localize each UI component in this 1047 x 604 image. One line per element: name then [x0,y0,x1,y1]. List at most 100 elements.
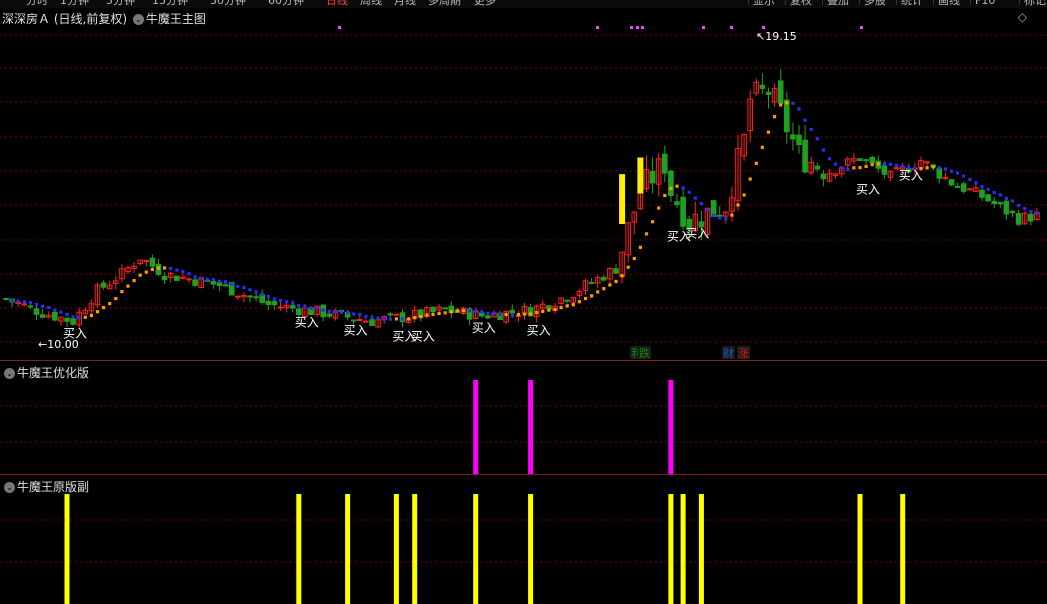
candle-body [680,196,686,227]
candle [716,206,723,218]
ma-dot [840,166,844,170]
ma-dot [480,310,484,314]
candle [759,73,766,94]
candle [918,156,924,169]
ma-dot [211,278,215,282]
ma-dot [803,118,807,122]
candle-body [960,183,967,192]
candle-body [174,275,180,281]
ma-dot [376,316,380,320]
candle-body [64,317,70,322]
ma-dot [156,266,161,270]
ma-dot [382,317,386,321]
ma-dot [608,283,612,287]
candle-body [985,194,991,202]
candle [765,87,772,109]
candle-body [857,158,863,162]
ma-dot [577,300,581,304]
ma-dot [358,313,362,317]
ma-dot [852,166,856,170]
event-tag: 涨 [738,347,749,360]
ma-dot [193,275,197,279]
candle-body [27,305,34,308]
ma-dot [224,280,228,284]
candle [1003,197,1010,220]
original-signal-bar [296,494,302,604]
optimized-signal-bar [668,380,674,474]
ma-dot [77,316,81,320]
candle-body [357,319,363,322]
candle [680,187,686,231]
candle-body [143,259,150,262]
candle [832,173,839,179]
ma-dot [83,315,87,319]
candle [784,91,790,145]
candle [979,186,985,202]
ma-dot [693,196,697,200]
ma-dot [687,190,691,195]
ma-dot [882,162,886,166]
candle-body [1028,213,1034,222]
ma-dot [638,245,642,249]
ma-dot [675,184,679,188]
ma-dot [705,208,710,212]
ma-dot [565,304,569,308]
candle [668,169,674,203]
candle [613,264,619,274]
ma-dot [492,312,496,316]
candle [820,169,827,187]
ma-dot [285,300,289,304]
candle-body [326,313,333,317]
ma-dot [16,299,20,303]
candle-body [161,275,168,281]
candle-body [210,281,217,285]
candle [662,145,668,183]
candle [960,181,967,194]
candle-body [393,313,400,316]
event-marker [338,26,341,29]
candle-body [668,170,674,196]
ma-dot [53,308,57,312]
original-signal-bar [64,494,70,604]
ma-dot [986,187,990,191]
candle [436,303,442,314]
ma-dot [346,310,350,315]
event-marker [730,26,733,29]
candle [564,299,571,304]
ma-dot [596,290,600,294]
candle [448,301,455,319]
original-signal-bar [900,494,906,604]
ma-dot [303,305,307,309]
candle [174,275,180,281]
ma-dot [22,300,26,304]
candle-body [289,305,296,309]
panel-divider [0,360,1047,361]
ma-dot [724,217,728,221]
candle-body [277,306,284,309]
candle [942,172,949,181]
optimized-indicator-panel[interactable] [0,362,1047,474]
candle [180,272,186,280]
candle [655,152,662,197]
candle [582,278,589,295]
ma-dot [199,276,203,280]
ma-dot [468,309,472,313]
candle [1021,211,1028,225]
main-chart[interactable]: 买入买入买入 买入买入买入 买入买入买入买入买入↖19.15←10.00利跌财涨 [0,0,1047,360]
candle-body [997,201,1004,205]
ma-dot [620,274,624,278]
candle [430,306,436,314]
ma-dot [291,301,295,305]
ma-dot [419,314,423,319]
panel-divider [0,474,1047,475]
candle [100,280,107,290]
ma-dot [498,313,502,317]
ma-dot [718,216,722,220]
candle [588,277,595,285]
original-indicator-panel[interactable] [0,476,1047,604]
ma-dot [504,312,508,317]
ma-dot [974,181,978,185]
candle [39,308,46,319]
ma-dot [10,298,14,303]
candle-body [649,170,656,184]
